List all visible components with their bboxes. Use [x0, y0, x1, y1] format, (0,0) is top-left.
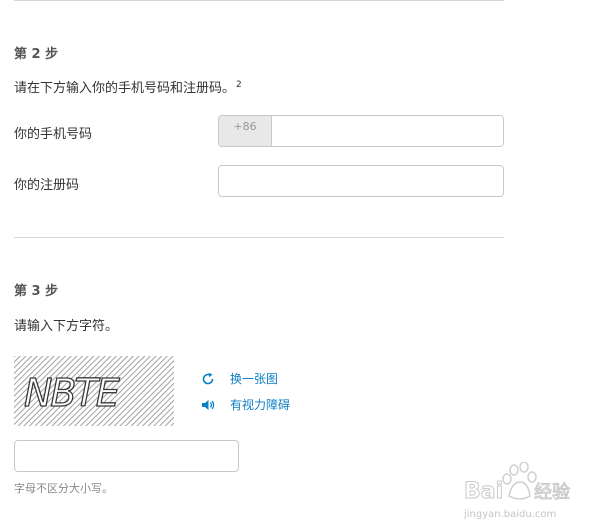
watermark-brand-tail: 经验 — [534, 482, 570, 503]
top-divider — [14, 0, 504, 1]
step-3-instruction: 请输入下方字符。 — [14, 319, 119, 334]
phone-field-group: +86 — [218, 115, 504, 147]
audio-captcha-link[interactable]: 有视力障碍 — [200, 396, 290, 413]
captcha-text: NBTE — [24, 371, 120, 415]
refresh-captcha-label: 换一张图 — [230, 372, 279, 386]
baidu-jingyan-watermark: Bai 经验 jingyan.baidu.com — [463, 462, 571, 520]
phone-label: 你的手机号码 — [14, 127, 93, 142]
country-code-prefix: +86 — [219, 116, 272, 146]
refresh-captcha-link[interactable]: 换一张图 — [200, 370, 278, 387]
registration-code-input[interactable] — [218, 165, 504, 197]
phone-input[interactable] — [272, 116, 503, 146]
case-insensitive-hint: 字母不区分大小写。 — [14, 482, 113, 495]
captcha-image: NBTE — [14, 356, 174, 426]
step-2-instruction-text: 请在下方输入你的手机号码和注册码。 — [14, 81, 236, 96]
refresh-icon — [202, 372, 214, 384]
section-divider — [14, 237, 504, 238]
audio-captcha-label: 有视力障碍 — [230, 398, 291, 412]
step-3-title: 第 3 步 — [14, 284, 59, 299]
speaker-icon — [202, 399, 215, 410]
registration-code-label: 你的注册码 — [14, 178, 80, 193]
footnote-marker: 2 — [236, 79, 242, 90]
watermark-url: jingyan.baidu.com — [463, 509, 556, 520]
step-2-instruction: 请在下方输入你的手机号码和注册码。2 — [14, 77, 242, 96]
step-2-title: 第 2 步 — [14, 47, 59, 62]
watermark-brand: Bai — [464, 479, 503, 504]
captcha-input[interactable] — [14, 440, 239, 472]
